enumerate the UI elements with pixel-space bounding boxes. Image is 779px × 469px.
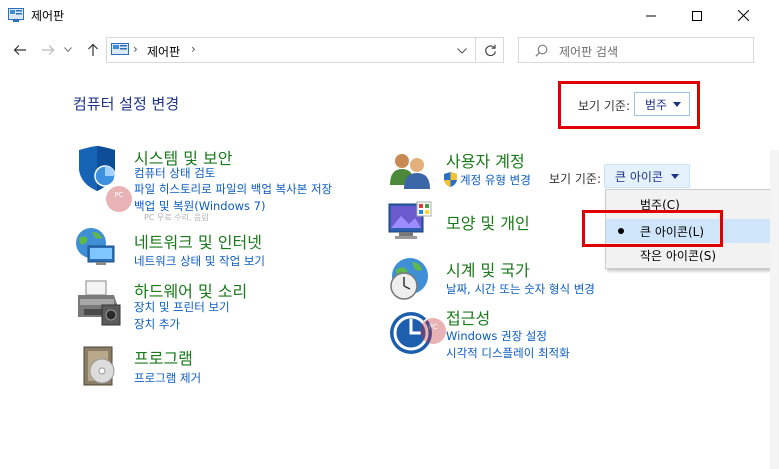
highlight-box — [582, 210, 723, 247]
back-arrow-icon — [13, 45, 26, 55]
page-title: 컴퓨터 설정 변경 — [73, 95, 180, 113]
breadcrumb-separator-icon: › — [133, 42, 138, 56]
link-uninstall-program[interactable]: 프로그램 제거 — [134, 370, 201, 386]
minimize-icon — [646, 15, 656, 16]
scrollbar[interactable] — [770, 150, 779, 469]
link-optimize-display[interactable]: 시각적 디스플레이 최적화 — [446, 345, 570, 361]
appearance-icon — [388, 201, 432, 239]
link-review-status[interactable]: 컴퓨터 상태 검토 — [134, 165, 215, 181]
link-network-status[interactable]: 네트워크 상태 및 작업 보기 — [134, 253, 265, 269]
breadcrumb-root[interactable]: 제어판 — [147, 43, 180, 60]
programs-icon — [83, 346, 115, 386]
maximize-icon — [692, 10, 702, 21]
network-globe-icon — [76, 228, 115, 265]
window-title: 제어판 — [31, 9, 65, 23]
forward-button[interactable] — [36, 37, 60, 63]
category-title-user[interactable]: 사용자 계정 — [446, 148, 525, 172]
up-button[interactable] — [81, 37, 105, 63]
clock-globe-icon — [390, 258, 428, 300]
view-by-value-2: 큰 아이콘 — [615, 169, 663, 184]
search-icon — [535, 44, 548, 57]
view-by-label: 보기 기준: — [578, 99, 631, 113]
link-change-account-type[interactable]: 계정 유형 변경 — [460, 172, 531, 188]
recent-locations-button[interactable] — [60, 37, 76, 63]
dropdown-arrow-icon — [673, 101, 682, 107]
printer-icon — [78, 280, 121, 326]
minimize-button[interactable] — [628, 0, 674, 31]
user-accounts-icon — [390, 154, 430, 189]
view-by-value: 범주 — [645, 97, 668, 112]
category-title-clock[interactable]: 시계 및 국가 — [446, 257, 530, 281]
control-panel-icon — [111, 43, 129, 55]
view-by-label-2: 보기 기준: — [549, 172, 602, 186]
view-by-dropdown-2[interactable]: 큰 아이콘 — [604, 164, 690, 188]
refresh-icon[interactable] — [484, 44, 497, 57]
watermark-text: PC 무료 수리, 음림 — [144, 213, 209, 222]
link-date-time-format[interactable]: 날짜, 시간 또는 숫자 형식 변경 — [446, 281, 595, 297]
search-input[interactable]: 제어판 검색 — [518, 37, 754, 63]
maximize-button[interactable] — [674, 0, 720, 31]
link-windows-recommended[interactable]: Windows 권장 설정 — [446, 328, 547, 344]
category-title-appearance[interactable]: 모양 및 개인 — [446, 210, 530, 234]
menu-item-label: 작은 아이콘(S) — [640, 249, 716, 263]
search-placeholder: 제어판 검색 — [559, 45, 619, 59]
view-by-dropdown[interactable]: 범주 — [634, 92, 690, 116]
watermark-logo-icon: PC — [420, 318, 446, 344]
category-title-access[interactable]: 접근성 — [446, 305, 490, 329]
breadcrumb-separator-icon: › — [191, 42, 196, 56]
forward-arrow-icon — [42, 45, 55, 55]
divider — [475, 38, 476, 62]
back-button[interactable] — [8, 37, 32, 63]
dropdown-arrow-icon — [670, 173, 679, 179]
uac-shield-icon — [444, 172, 457, 187]
up-arrow-icon — [88, 43, 98, 56]
category-title-programs[interactable]: 프로그램 — [134, 345, 193, 369]
link-devices-printers[interactable]: 장치 및 프린터 보기 — [134, 299, 230, 315]
watermark-logo-icon: PC — [106, 186, 132, 212]
svg-text:PC: PC — [114, 191, 123, 199]
link-file-history[interactable]: 파일 히스토리로 파일의 백업 복사본 저장 — [134, 181, 332, 197]
link-add-device[interactable]: 장치 추가 — [134, 316, 180, 332]
close-button[interactable] — [720, 0, 766, 31]
svg-text:PC: PC — [428, 323, 437, 331]
chevron-down-icon — [64, 47, 72, 53]
control-panel-icon — [8, 8, 24, 22]
chevron-down-icon[interactable] — [457, 48, 467, 54]
close-icon — [737, 10, 749, 21]
address-bar[interactable]: › 제어판 › — [106, 37, 504, 63]
category-title-network[interactable]: 네트워크 및 인터넷 — [134, 229, 262, 253]
